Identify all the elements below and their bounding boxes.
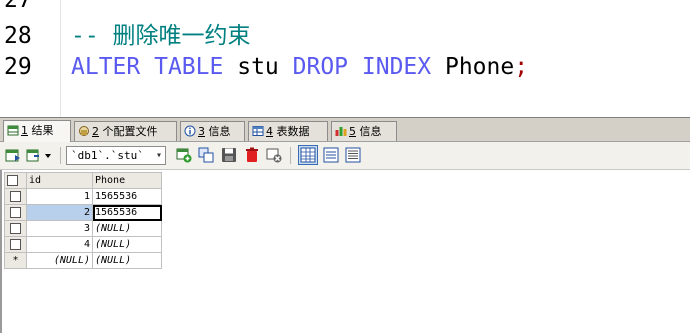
row-checkbox[interactable]: [4, 204, 27, 221]
table-header-row: id Phone: [4, 172, 162, 189]
select-all-checkbox[interactable]: [4, 172, 27, 189]
cell-id[interactable]: 4: [26, 236, 93, 253]
row-checkbox[interactable]: [4, 220, 27, 237]
cell-phone[interactable]: 1565536: [92, 188, 162, 205]
result-grid[interactable]: id Phone 1 1565536 2 1565536 3 (NULL) 4 …: [0, 170, 690, 333]
sql-keyword-alter: ALTER: [71, 54, 141, 80]
result-toolbar: `db1`.`stu` ▾: [0, 142, 690, 170]
checkbox-icon: [10, 206, 21, 218]
tab-label: 结果: [31, 124, 54, 137]
table-row[interactable]: 2 1565536: [4, 204, 162, 221]
tab-label: 信息: [359, 125, 382, 138]
tab-label: 表数据: [276, 125, 310, 138]
checkbox-icon: [10, 238, 21, 250]
sql-table-name: stu: [237, 54, 279, 80]
table-row[interactable]: 4 (NULL): [4, 236, 162, 253]
grid-left-border: [0, 170, 2, 333]
cancel-changes-icon[interactable]: [266, 147, 282, 163]
duplicate-row-icon[interactable]: [198, 147, 214, 163]
chevron-down-icon[interactable]: [43, 147, 53, 163]
tab-number: 5: [349, 125, 356, 138]
table-data-icon: [252, 126, 264, 136]
cell-phone-selected[interactable]: 1565536: [92, 204, 162, 221]
column-header-id[interactable]: id: [26, 172, 93, 189]
tab-number: 3: [198, 125, 205, 138]
tab-number: 2: [92, 125, 99, 138]
row-checkbox[interactable]: [4, 236, 27, 253]
sql-semicolon: ;: [514, 54, 529, 80]
sql-index-name: Phone: [444, 54, 515, 80]
cell-id[interactable]: 1: [26, 188, 93, 205]
import-grid-icon[interactable]: [26, 147, 42, 163]
add-row-icon[interactable]: [176, 147, 192, 163]
results-icon: [7, 125, 19, 136]
cell-phone[interactable]: (NULL): [92, 236, 162, 253]
table-row[interactable]: 3 (NULL): [4, 220, 162, 237]
cell-phone[interactable]: (NULL): [92, 252, 162, 269]
sql-comment-line[interactable]: -- 删除唯一约束: [71, 22, 251, 50]
tab-profiler[interactable]: 2 个配置文件: [74, 121, 177, 141]
result-tab-bar: 1 结果 2 个配置文件 3 信息 4 表数据 5 信息: [0, 120, 690, 142]
tab-number: 1: [21, 124, 28, 137]
tab-info-2[interactable]: 5 信息: [331, 121, 397, 141]
database-table-select[interactable]: `db1`.`stu` ▾: [66, 146, 166, 165]
tab-info[interactable]: 3 信息: [180, 121, 245, 141]
tab-label: 信息: [208, 125, 231, 138]
text-view-icon[interactable]: [345, 147, 361, 163]
profiler-icon: [79, 126, 89, 136]
new-row-marker: *: [4, 252, 27, 269]
new-row[interactable]: * (NULL) (NULL): [4, 252, 162, 269]
export-grid-icon[interactable]: [5, 147, 21, 163]
tab-label: 个配置文件: [102, 125, 158, 138]
line-number: 28: [4, 23, 32, 49]
line-number: 29: [4, 54, 32, 80]
delete-row-icon[interactable]: [244, 147, 260, 163]
column-header-phone[interactable]: Phone: [92, 172, 162, 189]
sql-statement-line[interactable]: ALTER TABLE stu DROP INDEX Phone;: [71, 53, 528, 81]
save-icon[interactable]: [221, 147, 237, 163]
toolbar-divider: [290, 147, 291, 164]
toolbar-divider: [60, 147, 61, 164]
checkbox-icon: [7, 174, 18, 186]
tab-table-data[interactable]: 4 表数据: [248, 121, 328, 141]
sql-editor[interactable]: 27 28 29 -- 删除唯一约束 ALTER TABLE stu DROP …: [0, 0, 690, 119]
database-table-select-value: `db1`.`stu`: [71, 149, 144, 162]
chevron-down-icon: ▾: [155, 150, 162, 161]
form-view-icon[interactable]: [323, 147, 339, 163]
sql-keyword-index: INDEX: [361, 54, 432, 80]
info-icon: [184, 125, 196, 137]
cell-phone[interactable]: (NULL): [92, 220, 162, 237]
row-checkbox[interactable]: [4, 188, 27, 205]
table-row[interactable]: 1 1565536: [4, 188, 162, 205]
cell-id[interactable]: 2: [26, 204, 93, 221]
tab-results[interactable]: 1 结果: [3, 120, 71, 142]
checkbox-icon: [10, 190, 21, 202]
result-table[interactable]: id Phone 1 1565536 2 1565536 3 (NULL) 4 …: [4, 172, 162, 269]
checkbox-icon: [10, 222, 21, 234]
tab-number: 4: [266, 125, 273, 138]
sql-keyword-drop: DROP: [292, 54, 349, 80]
cell-id[interactable]: (NULL): [26, 252, 93, 269]
info2-icon: [335, 127, 347, 136]
grid-view-icon[interactable]: [298, 145, 318, 165]
cell-id[interactable]: 3: [26, 220, 93, 237]
sql-keyword-table: TABLE: [154, 54, 224, 80]
gutter-divider: [60, 0, 61, 119]
line-number: 27: [4, 0, 32, 13]
